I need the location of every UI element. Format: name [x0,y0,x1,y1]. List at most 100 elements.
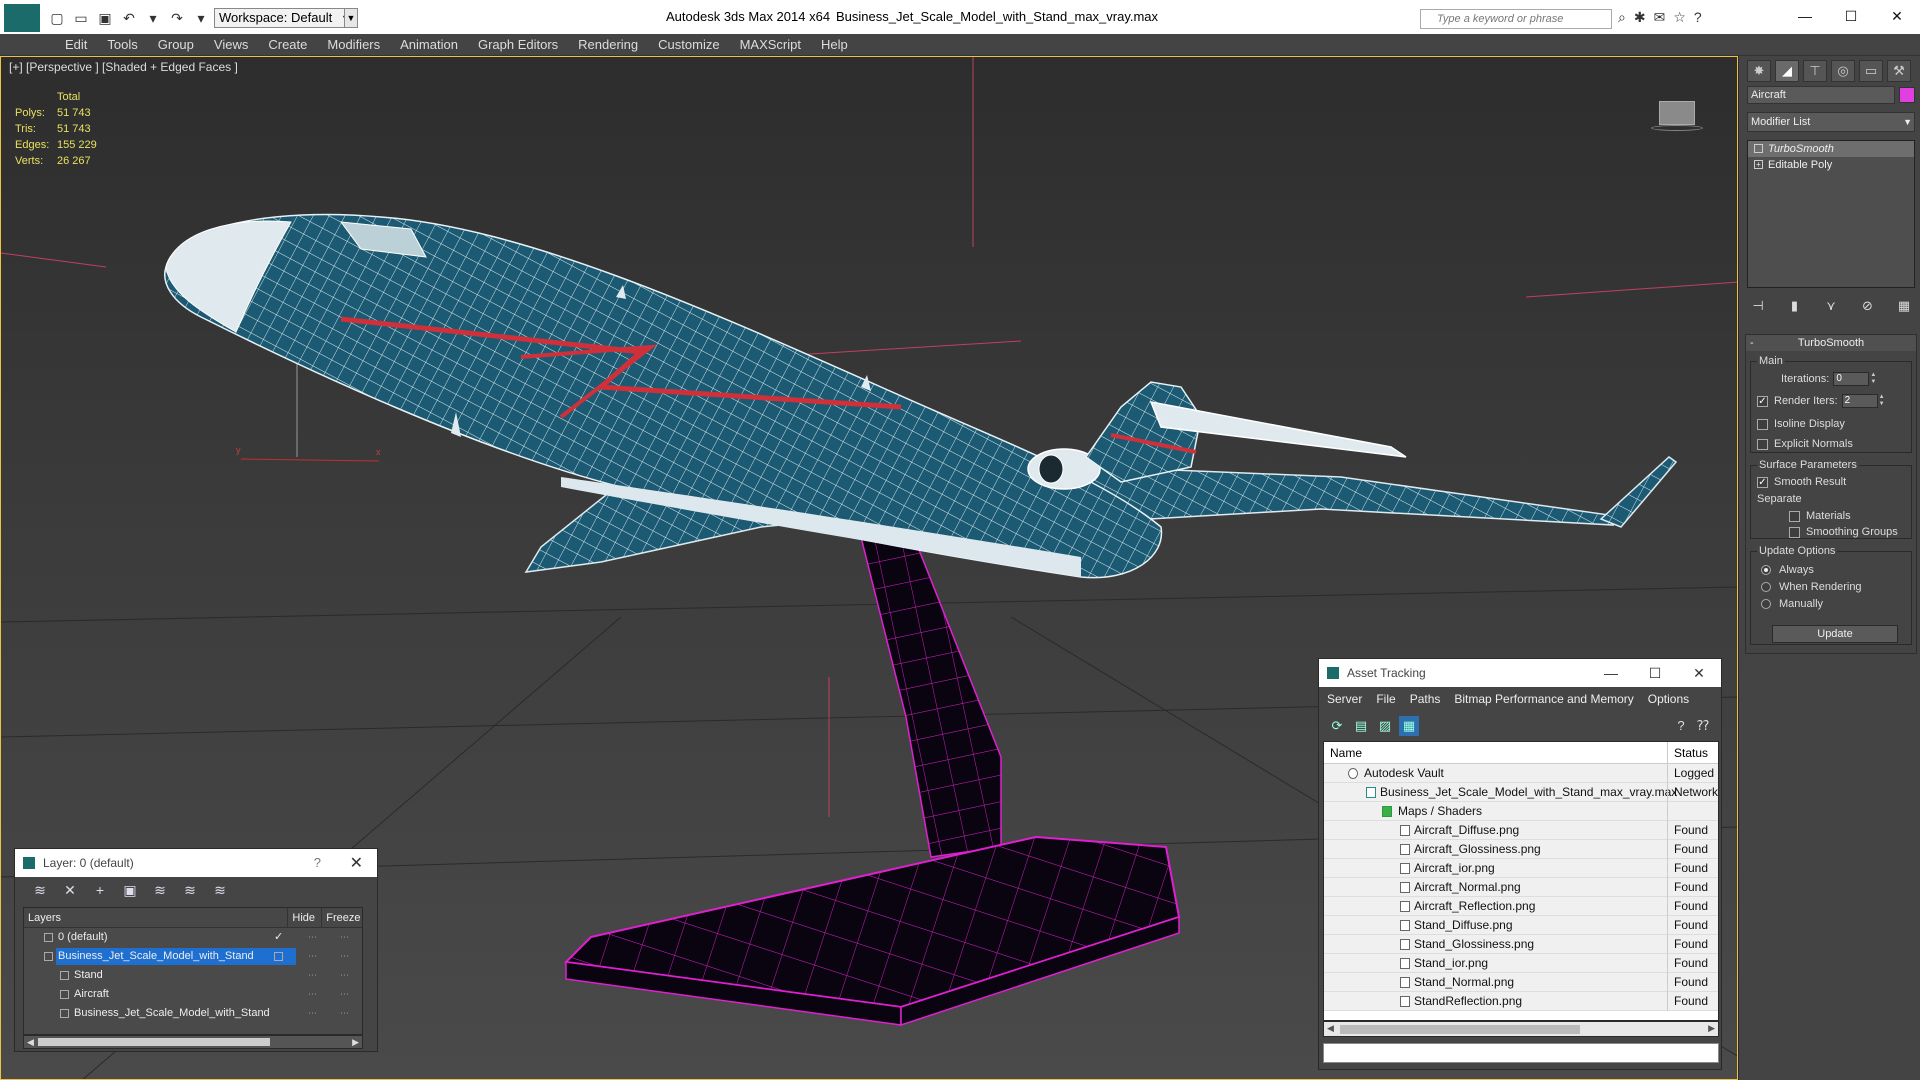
menu-animation[interactable]: Animation [390,34,468,55]
scroll-left-icon[interactable]: ◀ [27,1036,34,1048]
help-icon[interactable]: ? [1671,716,1691,736]
layer-row[interactable]: Stand ⋯ ⋯ [24,966,362,985]
asset-row[interactable]: Autodesk Vault Logged O [1324,764,1718,783]
asset-row[interactable]: Stand_Glossiness.png Found [1324,935,1718,954]
asset-row[interactable]: Business_Jet_Scale_Model_with_Stand_max_… [1324,783,1718,802]
render-iters-checkbox[interactable]: ✓ [1757,395,1768,407]
horizontal-scrollbar[interactable]: ◀ ▶ [23,1035,363,1049]
stack-item-turbosmooth[interactable]: TurboSmooth [1748,141,1914,157]
minimize-button[interactable]: — [1589,659,1633,687]
search-input[interactable]: Type a keyword or phrase [1420,9,1612,29]
undo-icon[interactable]: ↶ [120,9,138,27]
menu-file[interactable]: File [1376,689,1395,709]
active-checkmark-icon[interactable]: ✓ [274,928,283,947]
menu-group[interactable]: Group [148,34,204,55]
smoothing-groups-checkbox[interactable] [1789,526,1800,538]
menu-server[interactable]: Server [1327,689,1362,709]
hide-toggle-icon[interactable]: ⋯ [308,947,317,966]
isoline-checkbox[interactable] [1757,418,1768,430]
freeze-toggle-icon[interactable]: ⋯ [340,1004,349,1023]
column-status[interactable]: Status [1674,746,1708,760]
undo-dropdown-icon[interactable]: ▾ [144,9,162,27]
column-freeze[interactable]: Freeze [322,908,362,927]
menu-modifiers[interactable]: Modifiers [317,34,390,55]
display-tab-icon[interactable]: ▭ [1859,60,1883,82]
modifier-list-dropdown[interactable]: Modifier List ▼ [1747,112,1915,132]
object-name-field[interactable]: Aircraft [1747,86,1895,104]
scrollbar-thumb[interactable] [38,1038,270,1046]
column-layers[interactable]: Layers [24,908,289,927]
scrollbar-thumb[interactable] [1340,1025,1580,1034]
object-color-swatch[interactable] [1899,87,1915,103]
manually-radio[interactable] [1761,599,1771,609]
close-button[interactable]: ✕ [350,853,363,873]
hide-all-icon[interactable]: ≋ [179,879,201,901]
spinner-arrows-icon[interactable]: ▲ ▼ [1878,394,1886,408]
column-name[interactable]: Name [1330,746,1362,760]
list-view-icon[interactable]: ▤ [1351,716,1371,736]
asset-row[interactable]: StandReflection.png Found [1324,992,1718,1011]
modify-tab-icon[interactable]: ◢ [1775,60,1799,82]
lightbulb-icon[interactable] [1754,144,1763,153]
menu-graph-editors[interactable]: Graph Editors [468,34,568,55]
freeze-toggle-icon[interactable]: ⋯ [340,985,349,1004]
menu-edit[interactable]: Edit [55,34,97,55]
stack-item-editable-poly[interactable]: + Editable Poly [1748,157,1914,173]
viewcube-icon[interactable] [1651,95,1703,135]
always-radio[interactable] [1761,565,1771,575]
asset-path-field[interactable] [1323,1043,1719,1063]
scroll-left-icon[interactable]: ◀ [1327,1022,1334,1034]
asset-row[interactable]: Aircraft_ior.png Found [1324,859,1718,878]
expand-plus-icon[interactable]: + [1754,160,1763,169]
thumbnail-view-icon[interactable]: ▨ [1375,716,1395,736]
layer-window-titlebar[interactable]: Layer: 0 (default) ? ✕ [15,849,377,877]
asset-row[interactable]: Aircraft_Reflection.png Found [1324,897,1718,916]
asset-row[interactable]: Stand_Normal.png Found [1324,973,1718,992]
smooth-result-checkbox[interactable]: ✓ [1757,476,1768,488]
close-button[interactable]: ✕ [1677,659,1721,687]
hierarchy-tab-icon[interactable]: ⊤ [1803,60,1827,82]
menu-tools[interactable]: Tools [97,34,147,55]
create-tab-icon[interactable]: ✸ [1747,60,1771,82]
new-file-icon[interactable]: ▢ [48,9,66,27]
asset-row[interactable]: Stand_Diffuse.png Found [1324,916,1718,935]
layer-row[interactable]: Aircraft ⋯ ⋯ [24,985,362,1004]
app-logo-icon[interactable] [4,4,40,32]
maximize-button[interactable]: ☐ [1633,659,1677,687]
redo-icon[interactable]: ↷ [168,9,186,27]
viewport-label[interactable]: [+] [Perspective ] [Shaded + Edged Faces… [9,60,238,74]
configure-modifier-sets-icon[interactable]: ▦ [1893,296,1915,316]
layer-row[interactable]: Business_Jet_Scale_Model_with_Stand ⋯ ⋯ [24,1004,362,1023]
asset-row[interactable]: Aircraft_Normal.png Found [1324,878,1718,897]
menu-paths[interactable]: Paths [1410,689,1441,709]
make-unique-icon[interactable]: ⋎ [1820,296,1842,316]
delete-layer-icon[interactable]: ✕ [59,879,81,901]
spinner-arrows-icon[interactable]: ▲ ▼ [1869,372,1877,386]
asset-row[interactable]: Stand_ior.png Found [1324,954,1718,973]
minimize-button[interactable]: — [1782,0,1828,34]
menu-help[interactable]: Help [811,34,858,55]
hide-toggle-icon[interactable]: ⋯ [308,928,317,947]
hide-toggle-icon[interactable]: ⋯ [308,966,317,985]
layer-row[interactable]: 0 (default) ✓ ⋯ ⋯ [24,928,362,947]
binoculars-icon[interactable]: ⌕ [1618,9,1626,26]
table-view-icon[interactable]: ▦ [1399,716,1419,736]
iterations-spinner[interactable]: 0 [1833,372,1870,386]
freeze-toggle-icon[interactable]: ⋯ [340,947,349,966]
when-rendering-radio[interactable] [1761,582,1771,592]
save-file-icon[interactable]: ▣ [96,9,114,27]
menu-rendering[interactable]: Rendering [568,34,648,55]
freeze-toggle-icon[interactable]: ⋯ [340,928,349,947]
scroll-right-icon[interactable]: ▶ [352,1036,359,1048]
menu-create[interactable]: Create [258,34,317,55]
layer-row[interactable]: Business_Jet_Scale_Model_with_Stand ⋯ ⋯ [24,947,362,966]
add-to-layer-icon[interactable]: + [89,879,111,901]
close-button[interactable]: ✕ [1874,0,1920,34]
freeze-all-icon[interactable]: ≋ [209,879,231,901]
pin-stack-icon[interactable]: ⊣ [1747,296,1769,316]
rollout-header[interactable]: - TurboSmooth [1746,335,1916,351]
help-button[interactable]: ? [314,855,321,870]
remove-modifier-icon[interactable]: ⊘ [1857,296,1879,316]
communication-icon[interactable]: ✉ [1654,9,1666,26]
column-hide[interactable]: Hide [288,908,323,927]
